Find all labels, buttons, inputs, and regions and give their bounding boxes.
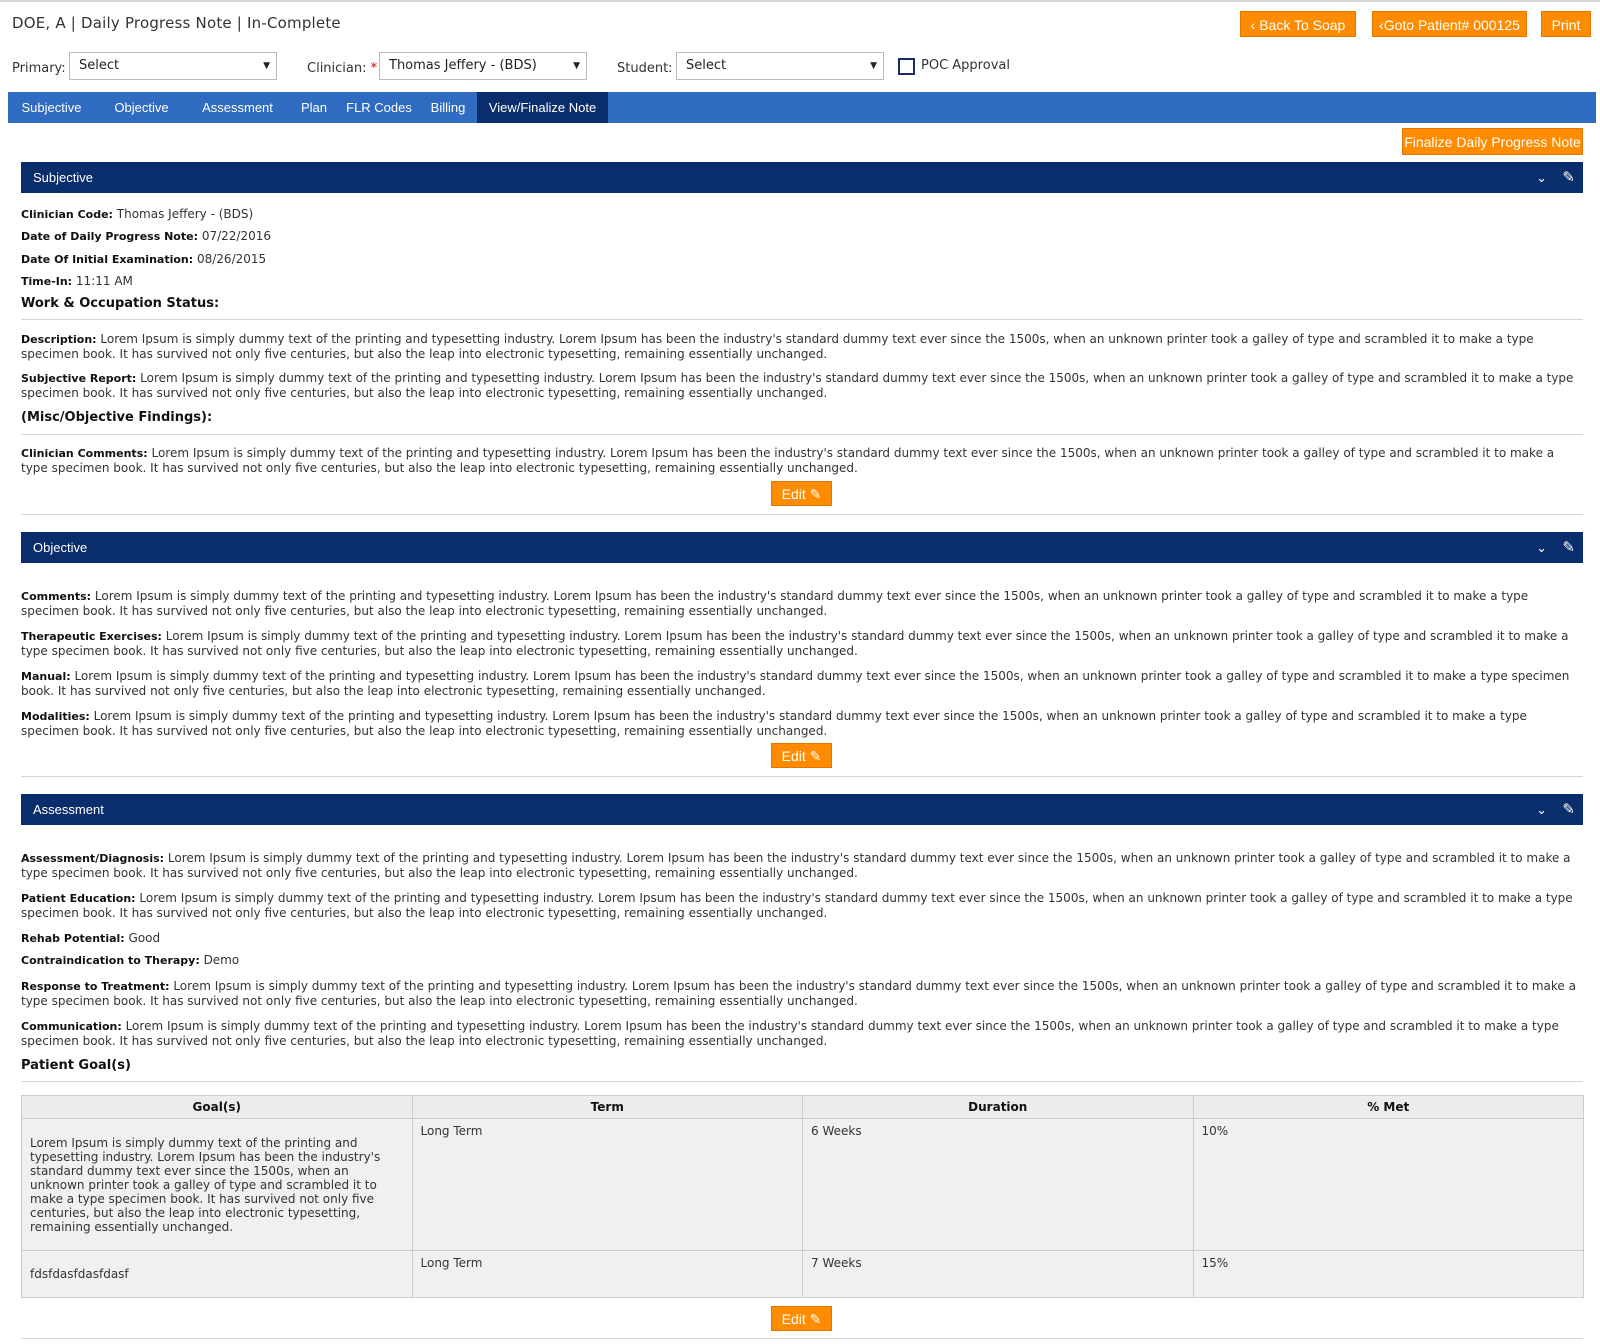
- tab-assessment[interactable]: Assessment: [186, 92, 289, 123]
- pencil-icon: ✎: [809, 748, 822, 764]
- finalize-note-button[interactable]: Finalize Daily Progress Note: [1402, 128, 1583, 155]
- pencil-icon: ✎: [809, 486, 822, 502]
- divider: [21, 1338, 1583, 1339]
- divider: [21, 319, 1583, 320]
- percent-met-cell: 10%: [1192, 1118, 1584, 1251]
- chevron-down-icon[interactable]: ⌄: [1536, 162, 1547, 193]
- patient-education-field: Patient Education: Lorem Ipsum is simply…: [21, 891, 1573, 920]
- tab-view-finalize-note[interactable]: View/Finalize Note: [477, 92, 608, 123]
- divider: [21, 434, 1583, 435]
- term-cell: Long Term: [411, 1118, 803, 1251]
- caret-down-icon: ▼: [263, 61, 270, 71]
- chevron-down-icon[interactable]: ⌄: [1536, 532, 1547, 563]
- rehab-potential-field: Rehab Potential: Good: [21, 931, 161, 945]
- pencil-icon: ✎: [809, 1311, 822, 1327]
- objective-comments-field: Comments: Lorem Ipsum is simply dummy te…: [21, 589, 1529, 618]
- date-exam-field: Date Of Initial Examination: 08/26/2015: [21, 252, 267, 266]
- subjective-section-header[interactable]: Subjective ⌄ ✎: [21, 162, 1583, 193]
- goal-cell: Lorem Ipsum is simply dummy text of the …: [21, 1118, 413, 1251]
- divider: [21, 514, 1583, 515]
- chevron-left-icon: ‹: [1250, 17, 1260, 33]
- tab-objective[interactable]: Objective: [97, 92, 186, 123]
- print-button[interactable]: Print: [1541, 11, 1591, 37]
- edit-assessment-button[interactable]: Edit ✎: [771, 1306, 832, 1331]
- tab-flr-codes[interactable]: FLR Codes: [339, 92, 419, 123]
- divider: [21, 1081, 1583, 1082]
- manual-field: Manual: Lorem Ipsum is simply dummy text…: [21, 669, 1570, 698]
- pencil-icon[interactable]: ✎: [1562, 532, 1575, 563]
- back-to-soap-button[interactable]: ‹ Back To Soap: [1240, 11, 1356, 37]
- caret-down-icon: ▼: [870, 61, 877, 71]
- edit-subjective-button[interactable]: Edit ✎: [771, 481, 832, 506]
- poc-approval-checkbox[interactable]: [898, 58, 915, 75]
- poc-approval-label: POC Approval: [921, 58, 1010, 73]
- student-select[interactable]: Select ▼: [676, 52, 884, 80]
- clinician-select[interactable]: Thomas Jeffery - (BDS) ▼: [379, 52, 587, 80]
- assessment-section-header[interactable]: Assessment ⌄ ✎: [21, 794, 1583, 825]
- duration-cell: 7 Weeks: [802, 1250, 1194, 1298]
- tab-billing[interactable]: Billing: [419, 92, 477, 123]
- percent-met-cell: 15%: [1192, 1250, 1584, 1298]
- table-row: fdsfdasfdasfdasf Long Term 7 Weeks 15%: [21, 1250, 1584, 1298]
- subjective-report-field: Subjective Report: Lorem Ipsum is simply…: [21, 371, 1574, 400]
- table-header-row: Goal(s) Term Duration % Met: [21, 1095, 1584, 1119]
- top-border: [0, 0, 1600, 2]
- description-field: Description: Lorem Ipsum is simply dummy…: [21, 332, 1534, 361]
- tab-subjective[interactable]: Subjective: [8, 92, 95, 123]
- column-header-goals: Goal(s): [21, 1095, 413, 1119]
- date-note-field: Date of Daily Progress Note: 07/22/2016: [21, 229, 271, 243]
- modalities-field: Modalities: Lorem Ipsum is simply dummy …: [21, 709, 1527, 738]
- goto-patient-button[interactable]: ‹Goto Patient# 000125: [1372, 11, 1527, 37]
- column-header-percent-met: % Met: [1192, 1095, 1584, 1119]
- column-header-term: Term: [411, 1095, 803, 1119]
- primary-label: Primary:: [12, 61, 66, 76]
- student-label: Student:: [617, 61, 673, 76]
- goals-table: Goal(s) Term Duration % Met Lorem Ipsum …: [21, 1095, 1584, 1298]
- term-cell: Long Term: [411, 1250, 803, 1298]
- objective-section-header[interactable]: Objective ⌄ ✎: [21, 532, 1583, 563]
- pencil-icon[interactable]: ✎: [1562, 162, 1575, 193]
- response-to-treatment-field: Response to Treatment: Lorem Ipsum is si…: [21, 979, 1576, 1008]
- work-status-heading: Work & Occupation Status:: [21, 296, 220, 311]
- time-in-field: Time-In: 11:11 AM: [21, 274, 133, 288]
- caret-down-icon: ▼: [573, 61, 580, 71]
- tab-bar: Subjective Objective Assessment Plan FLR…: [8, 92, 1596, 123]
- pencil-icon[interactable]: ✎: [1562, 794, 1575, 825]
- divider: [21, 776, 1583, 777]
- clinician-code-field: Clinician Code: Thomas Jeffery - (BDS): [21, 207, 254, 221]
- required-marker: *: [370, 61, 378, 76]
- communication-field: Communication: Lorem Ipsum is simply dum…: [21, 1019, 1559, 1048]
- clinician-label: Clinician: *: [307, 61, 378, 76]
- edit-objective-button[interactable]: Edit ✎: [771, 743, 832, 768]
- duration-cell: 6 Weeks: [802, 1118, 1194, 1251]
- table-row: Lorem Ipsum is simply dummy text of the …: [21, 1118, 1584, 1251]
- goal-cell: fdsfdasfdasfdasf: [21, 1250, 413, 1298]
- misc-findings-heading: (Misc/Objective Findings):: [21, 410, 213, 425]
- column-header-duration: Duration: [802, 1095, 1194, 1119]
- patient-goals-heading: Patient Goal(s): [21, 1058, 131, 1073]
- tab-plan[interactable]: Plan: [289, 92, 339, 123]
- chevron-down-icon[interactable]: ⌄: [1536, 794, 1547, 825]
- therapeutic-exercises-field: Therapeutic Exercises: Lorem Ipsum is si…: [21, 629, 1569, 658]
- assessment-diagnosis-field: Assessment/Diagnosis: Lorem Ipsum is sim…: [21, 851, 1571, 880]
- clinician-comments-field: Clinician Comments: Lorem Ipsum is simpl…: [21, 446, 1555, 475]
- page-title: DOE, A | Daily Progress Note | In-Comple…: [12, 14, 341, 32]
- primary-select[interactable]: Select ▼: [69, 52, 277, 80]
- contraindication-field: Contraindication to Therapy: Demo: [21, 953, 240, 967]
